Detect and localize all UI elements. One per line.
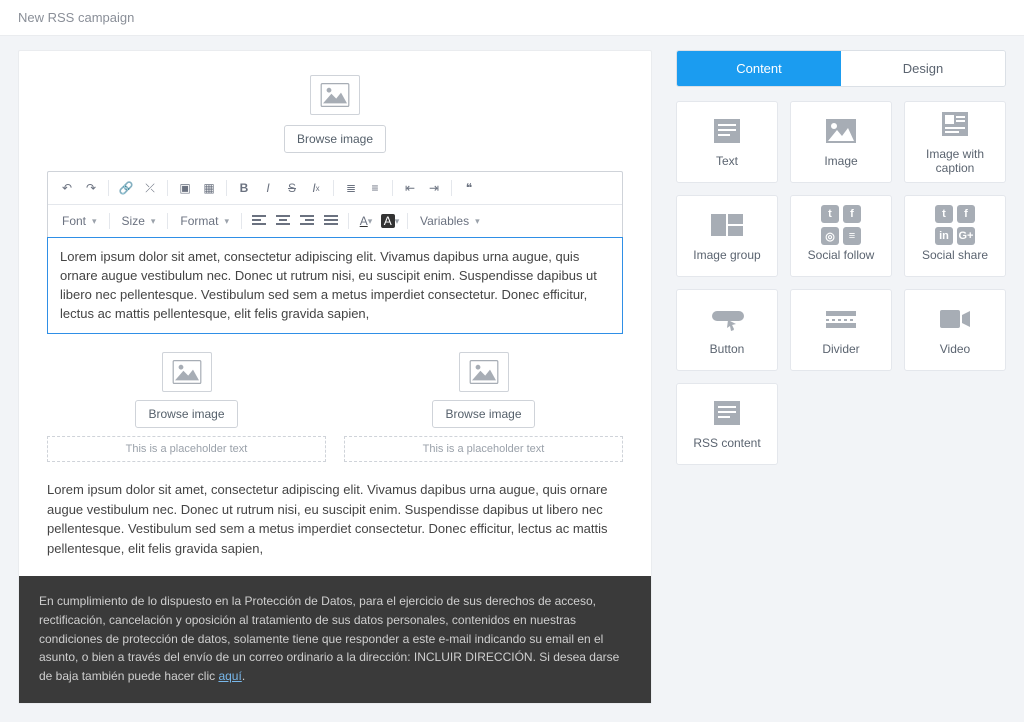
rss-icon	[710, 398, 744, 428]
editor-canvas: Browse image ↶ ↷ 🔗 ⤫ ▣ ▦ B I S Ix	[18, 50, 652, 704]
font-select[interactable]: Font▾	[56, 212, 103, 230]
video-icon	[938, 304, 972, 334]
image-placeholder-icon	[162, 352, 212, 392]
sidebar-tabs: Content Design	[676, 50, 1006, 87]
placeholder-text[interactable]: This is a placeholder text	[344, 436, 623, 462]
rich-text-editor: ↶ ↷ 🔗 ⤫ ▣ ▦ B I S Ix ≣ ≡	[47, 171, 623, 334]
tile-text[interactable]: Text	[676, 101, 778, 183]
tile-social-share[interactable]: tf inG+ Social share	[904, 195, 1006, 277]
quote-icon[interactable]: ❝	[458, 178, 480, 198]
tab-design[interactable]: Design	[841, 51, 1005, 86]
tile-video[interactable]: Video	[904, 289, 1006, 371]
col-right: Browse image This is a placeholder text	[344, 352, 623, 462]
tile-label: Divider	[822, 342, 859, 356]
indent-icon[interactable]: ⇥	[423, 178, 445, 198]
page-title: New RSS campaign	[0, 0, 1024, 36]
format-select[interactable]: Format▾	[174, 212, 235, 230]
footer-text-end: .	[242, 669, 245, 683]
tile-label: Social follow	[808, 248, 875, 262]
social-follow-icon: tf ◎≡	[824, 210, 858, 240]
content-blocks-grid: Text Image Image with caption Image grou…	[676, 101, 1006, 465]
image-placeholder-icon	[459, 352, 509, 392]
tile-label: Text	[716, 154, 738, 168]
tile-button[interactable]: Button	[676, 289, 778, 371]
bg-color-icon[interactable]: A▾	[379, 211, 401, 231]
tile-label: Social share	[922, 248, 988, 262]
tab-content[interactable]: Content	[677, 51, 841, 86]
bold-icon[interactable]: B	[233, 178, 255, 198]
footer-block: En cumplimiento de lo dispuesto en la Pr…	[19, 576, 651, 703]
tile-label: Image group	[693, 248, 760, 262]
tile-image-group[interactable]: Image group	[676, 195, 778, 277]
rte-body[interactable]: Lorem ipsum dolor sit amet, consectetur …	[47, 237, 623, 334]
align-justify-icon[interactable]	[320, 211, 342, 231]
numbered-list-icon[interactable]: ≡	[364, 178, 386, 198]
placeholder-text[interactable]: This is a placeholder text	[47, 436, 326, 462]
bullet-list-icon[interactable]: ≣	[340, 178, 362, 198]
outdent-icon[interactable]: ⇤	[399, 178, 421, 198]
image-icon	[824, 116, 858, 146]
link-icon[interactable]: 🔗	[115, 178, 137, 198]
button-icon	[710, 304, 744, 334]
image-caption-icon	[938, 109, 972, 139]
browse-image-button[interactable]: Browse image	[432, 400, 534, 428]
tile-social-follow[interactable]: tf ◎≡ Social follow	[790, 195, 892, 277]
strike-icon[interactable]: S	[281, 178, 303, 198]
tile-label: RSS content	[693, 436, 760, 450]
italic-icon[interactable]: I	[257, 178, 279, 198]
image-placeholder-icon	[310, 75, 360, 115]
tile-rss[interactable]: RSS content	[676, 383, 778, 465]
tile-image[interactable]: Image	[790, 101, 892, 183]
size-select[interactable]: Size▾	[116, 212, 162, 230]
image-block-top: Browse image	[47, 75, 623, 153]
image-icon[interactable]: ▣	[174, 178, 196, 198]
tile-label: Video	[940, 342, 970, 356]
align-center-icon[interactable]	[272, 211, 294, 231]
tile-label: Button	[710, 342, 745, 356]
sidebar: Content Design Text Image Image wit	[676, 50, 1006, 465]
undo-icon[interactable]: ↶	[56, 178, 78, 198]
align-right-icon[interactable]	[296, 211, 318, 231]
col-left: Browse image This is a placeholder text	[47, 352, 326, 462]
image-group-icon	[710, 210, 744, 240]
social-share-icon: tf inG+	[938, 210, 972, 240]
text-icon	[710, 116, 744, 146]
divider-icon	[824, 304, 858, 334]
unlink-icon[interactable]: ⤫	[139, 178, 161, 198]
text-color-icon[interactable]: A▾	[355, 211, 377, 231]
toolbar-row-1: ↶ ↷ 🔗 ⤫ ▣ ▦ B I S Ix ≣ ≡	[48, 172, 622, 205]
clear-format-icon[interactable]: Ix	[305, 178, 327, 198]
two-column-images: Browse image This is a placeholder text …	[47, 352, 623, 462]
footer-text: En cumplimiento de lo dispuesto en la Pr…	[39, 594, 619, 682]
tile-label: Image	[824, 154, 857, 168]
align-left-icon[interactable]	[248, 211, 270, 231]
toolbar-row-2: Font▾ Size▾ Format▾ A▾ A▾ Variables▾	[48, 205, 622, 238]
unsubscribe-link[interactable]: aquí	[218, 669, 241, 683]
variables-select[interactable]: Variables▾	[414, 212, 486, 230]
browse-image-button[interactable]: Browse image	[284, 125, 386, 153]
tile-divider[interactable]: Divider	[790, 289, 892, 371]
tile-label: Image with caption	[909, 147, 1001, 175]
tile-image-caption[interactable]: Image with caption	[904, 101, 1006, 183]
browse-image-button[interactable]: Browse image	[135, 400, 237, 428]
paragraph-text[interactable]: Lorem ipsum dolor sit amet, consectetur …	[47, 480, 623, 558]
redo-icon[interactable]: ↷	[80, 178, 102, 198]
table-icon[interactable]: ▦	[198, 178, 220, 198]
